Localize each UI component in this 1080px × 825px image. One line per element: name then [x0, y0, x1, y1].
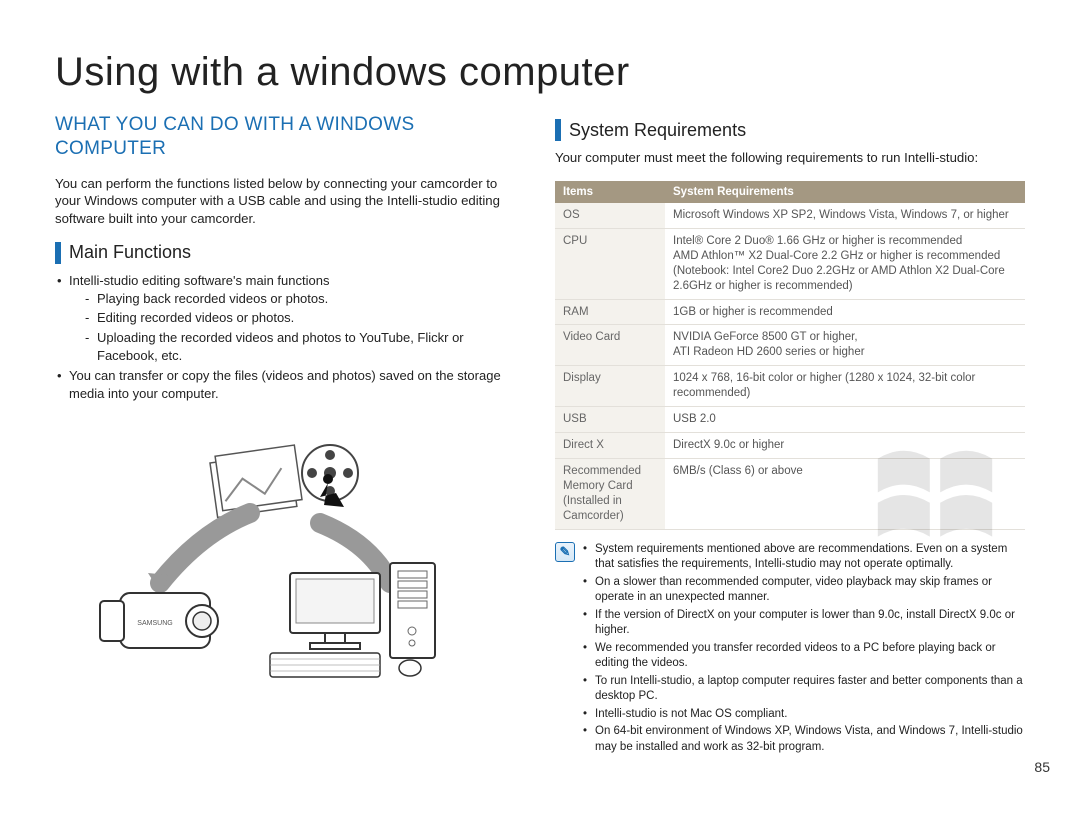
intro-paragraph: You can perform the functions listed bel… — [55, 175, 525, 228]
notes-list: System requirements mentioned above are … — [583, 542, 1025, 758]
system-requirements-heading: System Requirements — [555, 119, 1025, 141]
table-row: CPUIntel® Core 2 Duo® 1.66 GHz or higher… — [555, 228, 1025, 299]
table-row: Video CardNVIDIA GeForce 8500 GT or high… — [555, 325, 1025, 366]
main-functions-label: Main Functions — [69, 242, 191, 263]
notes-block: ✎ System requirements mentioned above ar… — [555, 542, 1025, 758]
table-row: Direct XDirectX 9.0c or higher — [555, 433, 1025, 459]
note-icon: ✎ — [555, 542, 575, 562]
workflow-illustration: SAMSUNG — [55, 423, 525, 683]
note-item: On 64-bit environment of Windows XP, Win… — [583, 724, 1025, 755]
system-requirements-label: System Requirements — [569, 120, 746, 141]
table-row: Recommended Memory Card (Installed in Ca… — [555, 459, 1025, 530]
right-column: System Requirements Your computer must m… — [555, 113, 1025, 795]
table-row: RAM1GB or higher is recommended — [555, 299, 1025, 325]
table-row: Display1024 x 768, 16-bit color or highe… — [555, 366, 1025, 407]
table-row: USBUSB 2.0 — [555, 407, 1025, 433]
svg-text:SAMSUNG: SAMSUNG — [137, 620, 172, 627]
note-item: We recommended you transfer recorded vid… — [583, 641, 1025, 672]
left-column: WHAT YOU CAN DO WITH A WINDOWS COMPUTER … — [55, 113, 525, 795]
note-item: On a slower than recommended computer, v… — [583, 575, 1025, 606]
page-number: 85 — [1034, 759, 1050, 775]
system-requirements-intro: Your computer must meet the following re… — [555, 149, 1025, 167]
camcorder-to-pc-illustration-icon: SAMSUNG — [90, 423, 490, 683]
table-header-items: Items — [555, 181, 665, 203]
main-functions-bullet-2: You can transfer or copy the files (vide… — [55, 367, 525, 403]
page-title: Using with a windows computer — [55, 50, 1025, 95]
note-item: If the version of DirectX on your comput… — [583, 608, 1025, 639]
section-heading-what-you-can-do: WHAT YOU CAN DO WITH A WINDOWS COMPUTER — [55, 113, 525, 161]
main-functions-heading: Main Functions — [55, 242, 525, 264]
table-row: OSMicrosoft Windows XP SP2, Windows Vist… — [555, 203, 1025, 228]
main-functions-dash-2: Editing recorded videos or photos. — [69, 309, 525, 327]
main-functions-dash-1: Playing back recorded videos or photos. — [69, 290, 525, 308]
main-functions-bullet-1: Intelli-studio editing software's main f… — [55, 272, 525, 365]
table-header-req: System Requirements — [665, 181, 1025, 203]
note-item: To run Intelli-studio, a laptop computer… — [583, 674, 1025, 705]
note-item: Intelli-studio is not Mac OS compliant. — [583, 707, 1025, 723]
main-functions-dash-3: Uploading the recorded videos and photos… — [69, 329, 525, 365]
note-item: System requirements mentioned above are … — [583, 542, 1025, 573]
main-functions-list: Intelli-studio editing software's main f… — [55, 272, 525, 403]
system-requirements-table: Items System Requirements OSMicrosoft Wi… — [555, 181, 1025, 530]
